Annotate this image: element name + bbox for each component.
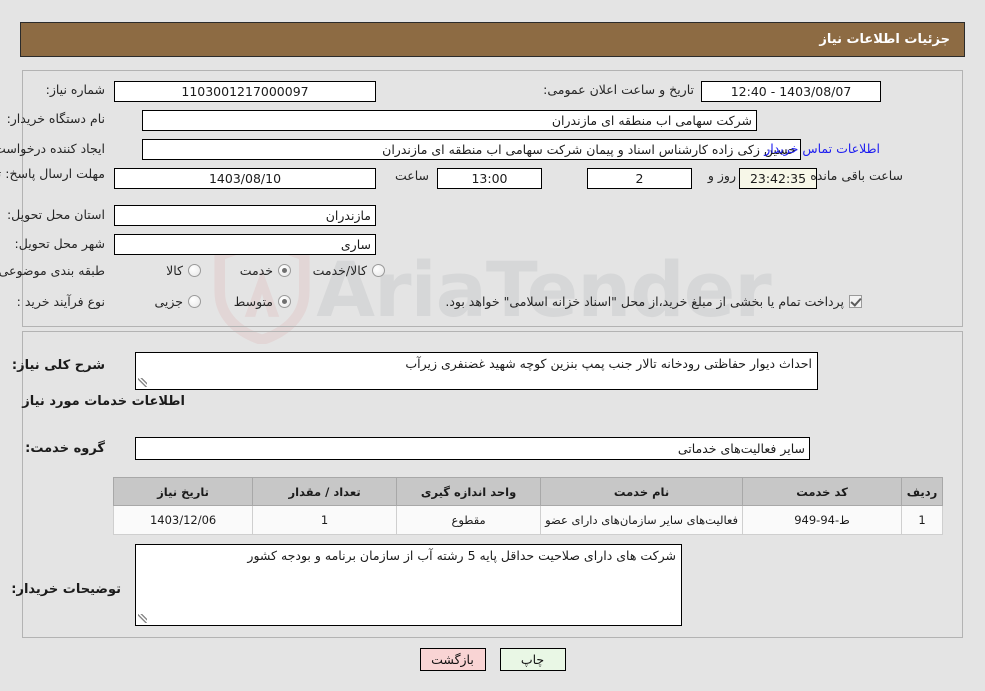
countdown-field: 23:42:35 [739, 168, 817, 189]
category-option-label-2: کالا/خدمت [312, 263, 367, 278]
hour-label-wrap: ساعت [395, 168, 429, 183]
treasury-checkbox-row[interactable]: پرداخت تمام یا بخشی از مبلغ خرید،از محل … [445, 294, 862, 309]
need-number-field-wrap: 1103001217000097 [114, 81, 376, 102]
page-title: جزئیات اطلاعات نیاز [819, 32, 950, 47]
services-section-heading: اطلاعات خدمات مورد نیاز [22, 394, 185, 409]
th-index: ردیف [901, 477, 943, 506]
announce-label-row: تاریخ و ساعت اعلان عمومی: [543, 82, 694, 97]
province-field[interactable]: مازندران [114, 205, 376, 226]
creator-label-row: ایجاد کننده درخواست: [0, 141, 105, 156]
province-field-wrap: مازندران [114, 205, 376, 226]
td-code: ط-94-949 [742, 505, 902, 535]
deadline-hour-wrap: 13:00 [437, 168, 542, 189]
radio-icon-kala[interactable] [188, 264, 201, 277]
days-value-wrap: 2 [587, 168, 692, 189]
table-row: 1 ط-94-949 فعالیت‌های سایر سازمان‌های دا… [113, 505, 943, 535]
need-info-panel [22, 70, 963, 327]
process-label-row: نوع فرآیند خرید : [17, 294, 105, 309]
city-field-wrap: ساری [114, 234, 376, 255]
deadline-hour-label: ساعت [394, 168, 429, 183]
services-table: ردیف کد خدمت نام خدمت واحد اندازه گیری ت… [113, 477, 943, 535]
print-button[interactable]: چاپ [499, 648, 566, 671]
category-radio-0[interactable]: کالا [166, 263, 201, 278]
process-label: نوع فرآیند خرید : [16, 294, 105, 309]
td-name: فعالیت‌های سایر سازمان‌های دارای عضو [540, 505, 743, 535]
process-option-label-0: جزیی [154, 294, 183, 309]
process-option-label-1: متوسط [233, 294, 273, 309]
buyer-contact-link[interactable]: اطلاعات تماس خریدار [764, 141, 880, 156]
creator-label: ایجاد کننده درخواست: [0, 141, 105, 156]
need-number-label-row: شماره نیاز: [46, 82, 105, 97]
table-header-row: ردیف کد خدمت نام خدمت واحد اندازه گیری ت… [113, 477, 943, 506]
th-date: تاریخ نیاز [113, 477, 254, 506]
city-label-row: شهر محل تحویل: [15, 236, 105, 251]
back-button[interactable]: بازگشت [419, 648, 486, 671]
service-group-label: گروه خدمت: [25, 441, 105, 456]
th-qty: تعداد / مقدار [252, 477, 398, 506]
creator-field[interactable]: حسین زکی زاده کارشناس اسناد و پیمان شرکت… [142, 139, 801, 160]
action-button-bar: بازگشت چاپ [0, 648, 985, 671]
service-group-field[interactable]: سایر فعالیت‌های خدماتی [135, 437, 810, 460]
td-qty: 1 [252, 505, 398, 535]
radio-icon-jozei[interactable] [188, 295, 201, 308]
days-remaining-field[interactable]: 2 [587, 168, 692, 189]
province-label: استان محل تحویل: [6, 207, 105, 222]
page-header: جزئیات اطلاعات نیاز [20, 22, 965, 57]
category-label-row: طبقه بندی موضوعی: [0, 263, 105, 278]
deadline-hour-field[interactable]: 13:00 [437, 168, 542, 189]
deadline-label-row: مهلت ارسال پاسخ: تا تاریخ: [0, 165, 105, 182]
description-label: شرح کلی نیاز: [11, 358, 105, 373]
td-index: 1 [901, 505, 943, 535]
th-code: کد خدمت [742, 477, 902, 506]
process-radio-0[interactable]: جزیی [154, 294, 201, 309]
category-radio-1[interactable]: خدمت [240, 263, 291, 278]
treasury-checkbox-label: پرداخت تمام یا بخشی از مبلغ خرید،از محل … [445, 294, 844, 309]
th-unit: واحد اندازه گیری [396, 477, 542, 506]
announce-field-wrap: 1403/08/07 - 12:40 [701, 81, 881, 102]
th-name: نام خدمت [540, 477, 743, 506]
need-number-field[interactable]: 1103001217000097 [114, 81, 376, 102]
buyer-org-label-row: نام دستگاه خریدار: [7, 111, 105, 126]
td-unit: مقطوع [396, 505, 542, 535]
page-root: AriaTender جزئیات اطلاعات نیاز شماره نیا… [0, 0, 985, 691]
checkbox-icon-treasury[interactable] [849, 295, 862, 308]
category-option-label-0: کالا [166, 263, 183, 278]
contact-link-wrap: اطلاعات تماس خریدار [764, 141, 880, 156]
category-option-label-1: خدمت [239, 263, 273, 278]
creator-field-wrap: حسین زکی زاده کارشناس اسناد و پیمان شرکت… [142, 139, 801, 160]
buyer-notes-label: توضیحات خریدار: [11, 582, 121, 597]
city-field[interactable]: ساری [114, 234, 376, 255]
announce-datetime-field[interactable]: 1403/08/07 - 12:40 [701, 81, 881, 102]
description-textarea[interactable]: احداث دیوار حفاظتی رودخانه تالار جنب پمپ… [135, 352, 818, 390]
countdown-label-wrap: ساعت باقی مانده [810, 168, 903, 183]
radio-icon-khedmat[interactable] [278, 264, 291, 277]
deadline-date-field[interactable]: 1403/08/10 [114, 168, 376, 189]
city-label: شهر محل تحویل: [14, 236, 105, 251]
buyer-org-label: نام دستگاه خریدار: [6, 111, 105, 126]
service-group-field-wrap: سایر فعالیت‌های خدماتی [135, 437, 810, 460]
td-date: 1403/12/06 [113, 505, 254, 535]
buyer-notes-textarea[interactable]: شرکت های دارای صلاحیت حداقل پایه 5 رشته … [135, 544, 682, 626]
deadline-label: مهلت ارسال پاسخ: تا تاریخ: [0, 166, 105, 181]
process-radio-1[interactable]: متوسط [234, 294, 291, 309]
days-label-wrap: روز و [708, 168, 736, 183]
countdown-wrap: 23:42:35 [739, 168, 817, 189]
buyer-org-field[interactable]: شرکت سهامی اب منطقه ای مازندران [142, 110, 757, 131]
buyer-org-field-wrap: شرکت سهامی اب منطقه ای مازندران [142, 110, 757, 131]
category-radio-2[interactable]: کالا/خدمت [313, 263, 385, 278]
announce-datetime-label: تاریخ و ساعت اعلان عمومی: [543, 82, 694, 97]
countdown-label: ساعت باقی مانده [810, 168, 903, 183]
days-label: روز و [707, 168, 736, 183]
province-label-row: استان محل تحویل: [7, 207, 105, 222]
radio-icon-motevaset[interactable] [278, 295, 291, 308]
category-label: طبقه بندی موضوعی: [0, 263, 105, 278]
need-number-label: شماره نیاز: [45, 82, 105, 97]
deadline-date-wrap: 1403/08/10 [114, 168, 376, 189]
radio-icon-kala-khedmat[interactable] [372, 264, 385, 277]
